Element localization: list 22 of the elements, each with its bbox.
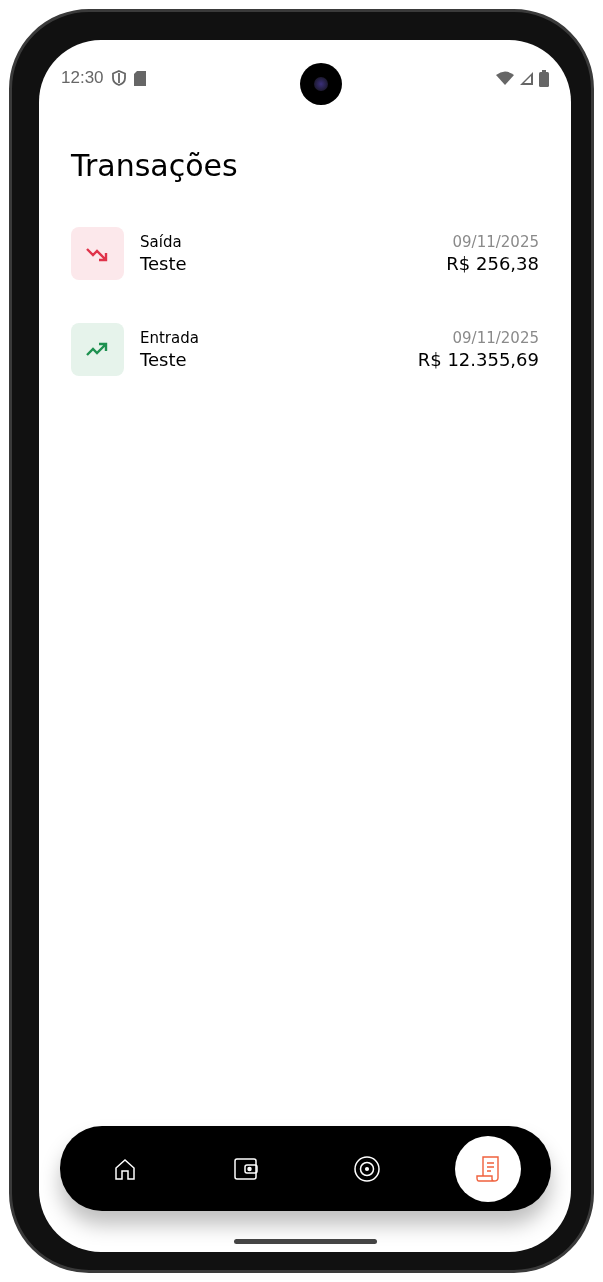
sd-card-icon: [133, 70, 146, 86]
status-time: 12:30: [61, 68, 104, 88]
transaction-type: Saída: [140, 233, 183, 251]
battery-icon: [539, 69, 549, 87]
receipt-icon: [476, 1155, 500, 1182]
transaction-date: 09/11/2025: [452, 233, 539, 251]
transaction-amount: R$ 256,38: [446, 253, 539, 274]
wifi-icon: [496, 71, 514, 85]
trend-down-icon: [71, 227, 124, 280]
target-icon: [354, 1155, 380, 1182]
home-icon: [113, 1156, 137, 1181]
camera-icon: [299, 63, 342, 105]
transaction-type: Entrada: [140, 329, 200, 347]
signal-icon: [519, 70, 534, 86]
shield-icon: [111, 70, 126, 86]
transaction-date: 09/11/2025: [452, 329, 539, 347]
page-title: Transações: [71, 148, 239, 183]
transaction-amount: R$ 12.355,69: [417, 349, 539, 370]
transaction-name: Teste: [140, 253, 188, 274]
wallet-icon: [233, 1156, 259, 1181]
transaction-name: Teste: [140, 349, 188, 370]
trend-up-icon: [71, 323, 124, 376]
